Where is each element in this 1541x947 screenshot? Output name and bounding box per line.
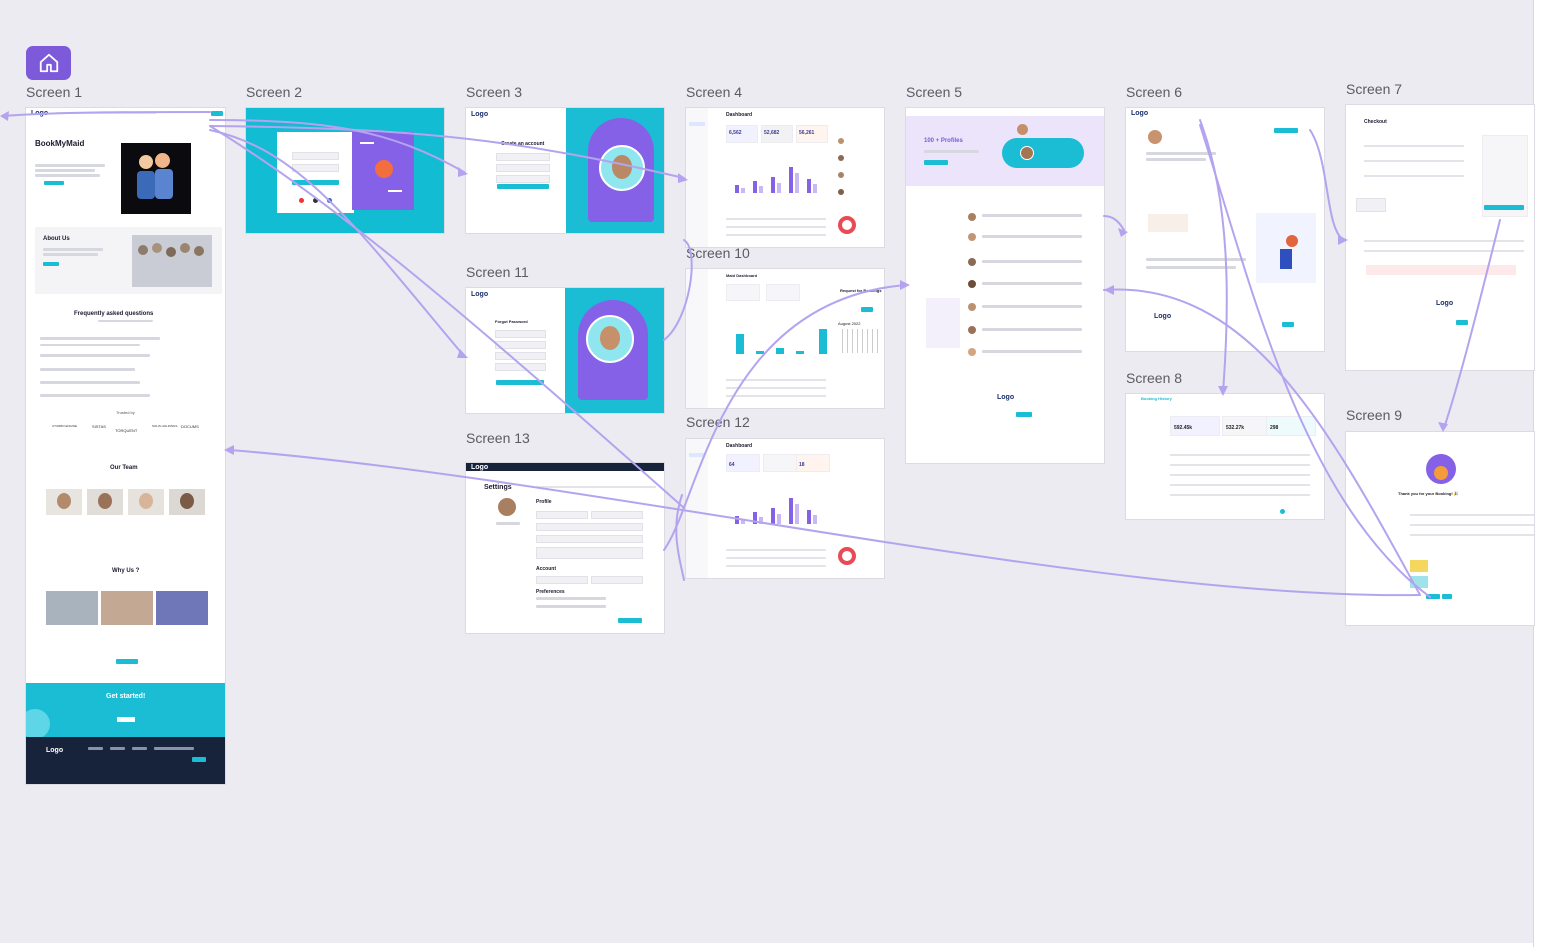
stat-3: 56,261 [799, 130, 815, 136]
screen-8-booking-history[interactable]: Booking History 592.45k 532.27k 298 [1126, 394, 1324, 519]
screen-13-settings[interactable]: Logo Settings Profile Account Preference… [466, 463, 664, 633]
frame-label-11[interactable]: Screen 11 [466, 264, 529, 280]
dashboard-chart [731, 163, 821, 193]
frame-label-6[interactable]: Screen 6 [1126, 84, 1182, 100]
footer-logo[interactable]: Logo [46, 747, 63, 755]
partner-3: TORQUENT [115, 428, 138, 433]
maid-chart [731, 314, 831, 354]
screen-6-profile-detail[interactable]: Logo Logo [1126, 108, 1324, 351]
footer: Logo [26, 737, 225, 784]
frame-label-7[interactable]: Screen 7 [1346, 81, 1402, 97]
thank-you-message: Thank you for your Booking! 🎉 [1398, 491, 1459, 496]
checkout-footer-logo[interactable]: Logo [1436, 300, 1453, 308]
frame-label-10[interactable]: Screen 10 [686, 245, 750, 261]
partner-4: SOLIS HOLDINGS [152, 424, 178, 428]
screen-10-maid-dashboard[interactable]: Maid Dashboard Request for Bookings Augu… [686, 269, 884, 408]
frame-label-5[interactable]: Screen 5 [906, 84, 962, 100]
frame-label-2[interactable]: Screen 2 [246, 84, 302, 100]
detail-footer-logo[interactable]: Logo [1154, 313, 1171, 321]
faq-title: Frequently asked questions [74, 311, 154, 317]
screen-5-profiles[interactable]: 100 + Profiles Logo [906, 108, 1104, 463]
frame-label-3[interactable]: Screen 3 [466, 84, 522, 100]
signup-logo[interactable]: Logo [471, 111, 488, 119]
hero-illustration [121, 143, 191, 214]
frame-label-4[interactable]: Screen 4 [686, 84, 742, 100]
forgot-title: Forgot Password [495, 319, 528, 324]
profiles-footer-logo[interactable]: Logo [997, 394, 1014, 402]
settings-logo[interactable]: Logo [471, 464, 488, 472]
login-illustration [352, 132, 414, 210]
request-bookings-title: Request for Bookings [840, 288, 882, 293]
screen-9-thank-you[interactable]: Thank you for your Booking! 🎉 [1346, 432, 1534, 625]
partner-2: SISTAS [92, 424, 106, 429]
login-card [277, 132, 354, 213]
screen-11-forgot[interactable]: Logo Forgot Password [466, 288, 664, 413]
dashboard-title: Dashboard [726, 112, 753, 118]
why-title: Why Us ? [112, 568, 140, 574]
dashboard-2-title: Dashboard [726, 443, 753, 449]
home-button[interactable] [26, 46, 71, 80]
profile-heading: Profile [536, 499, 552, 505]
forgot-logo[interactable]: Logo [471, 291, 488, 299]
detail-illustration [1256, 213, 1316, 283]
checkout-title: Checkout [1364, 119, 1387, 125]
preferences-heading: Preferences [536, 589, 565, 595]
screen-7-checkout[interactable]: Checkout Logo [1346, 105, 1534, 370]
screen-12-dashboard[interactable]: Dashboard 64 18 [686, 439, 884, 578]
stat-1: 6,562 [729, 130, 742, 136]
frame-label-13[interactable]: Screen 13 [466, 430, 530, 446]
stat-2: 52,682 [764, 130, 780, 136]
screen-2-login[interactable] [246, 108, 444, 233]
frame-label-8[interactable]: Screen 8 [1126, 370, 1182, 386]
horizontal-scrollbar[interactable] [0, 943, 1533, 947]
signup-avatar [599, 145, 645, 191]
trusted-by: Trusted by [116, 410, 135, 415]
team-title: Our Team [110, 465, 138, 471]
screen-4-dashboard[interactable]: Dashboard 6,562 52,682 56,261 [686, 108, 884, 247]
get-started-section: Get started! [26, 683, 225, 739]
account-heading: Account [536, 566, 556, 572]
home-icon [39, 53, 58, 73]
screen-1-landing[interactable]: Logo BookMyMaid About Us Frequently aske… [26, 108, 225, 784]
vertical-scrollbar[interactable] [1533, 0, 1541, 947]
stat-a: 64 [729, 462, 735, 468]
about-title: About Us [43, 236, 70, 242]
profiles-hero-title: 100 + Profiles [924, 138, 963, 144]
booking-history-title: Booking History [1141, 396, 1172, 401]
history-stat-3: 298 [1270, 425, 1279, 431]
history-stat-1: 592.45k [1174, 425, 1193, 431]
history-stat-2: 532.27k [1226, 425, 1245, 431]
frame-label-9[interactable]: Screen 9 [1346, 407, 1402, 423]
partner-1: UTURBO ENGINE [52, 424, 78, 428]
hero-title: BookMyMaid [35, 139, 85, 148]
about-photo [132, 235, 212, 287]
frame-label-1[interactable]: Screen 1 [26, 84, 82, 100]
screen-3-signup[interactable]: Logo Create an account [466, 108, 664, 233]
maid-dashboard-title: Maid Dashboard [726, 273, 758, 278]
stat-b: 18 [799, 462, 805, 468]
frame-label-12[interactable]: Screen 12 [686, 414, 750, 430]
nav-logo[interactable]: Logo [31, 110, 48, 118]
settings-title: Settings [484, 484, 512, 491]
detail-logo[interactable]: Logo [1131, 110, 1148, 118]
calendar-title: August 2022 [838, 321, 861, 326]
forgot-avatar [586, 315, 634, 363]
thank-you-illustration [1426, 454, 1456, 484]
signup-title: Create an account [501, 141, 545, 147]
dashboard-2-chart [731, 494, 821, 524]
get-started-title: Get started! [106, 693, 146, 700]
partner-5: DOCUMS [181, 424, 199, 429]
